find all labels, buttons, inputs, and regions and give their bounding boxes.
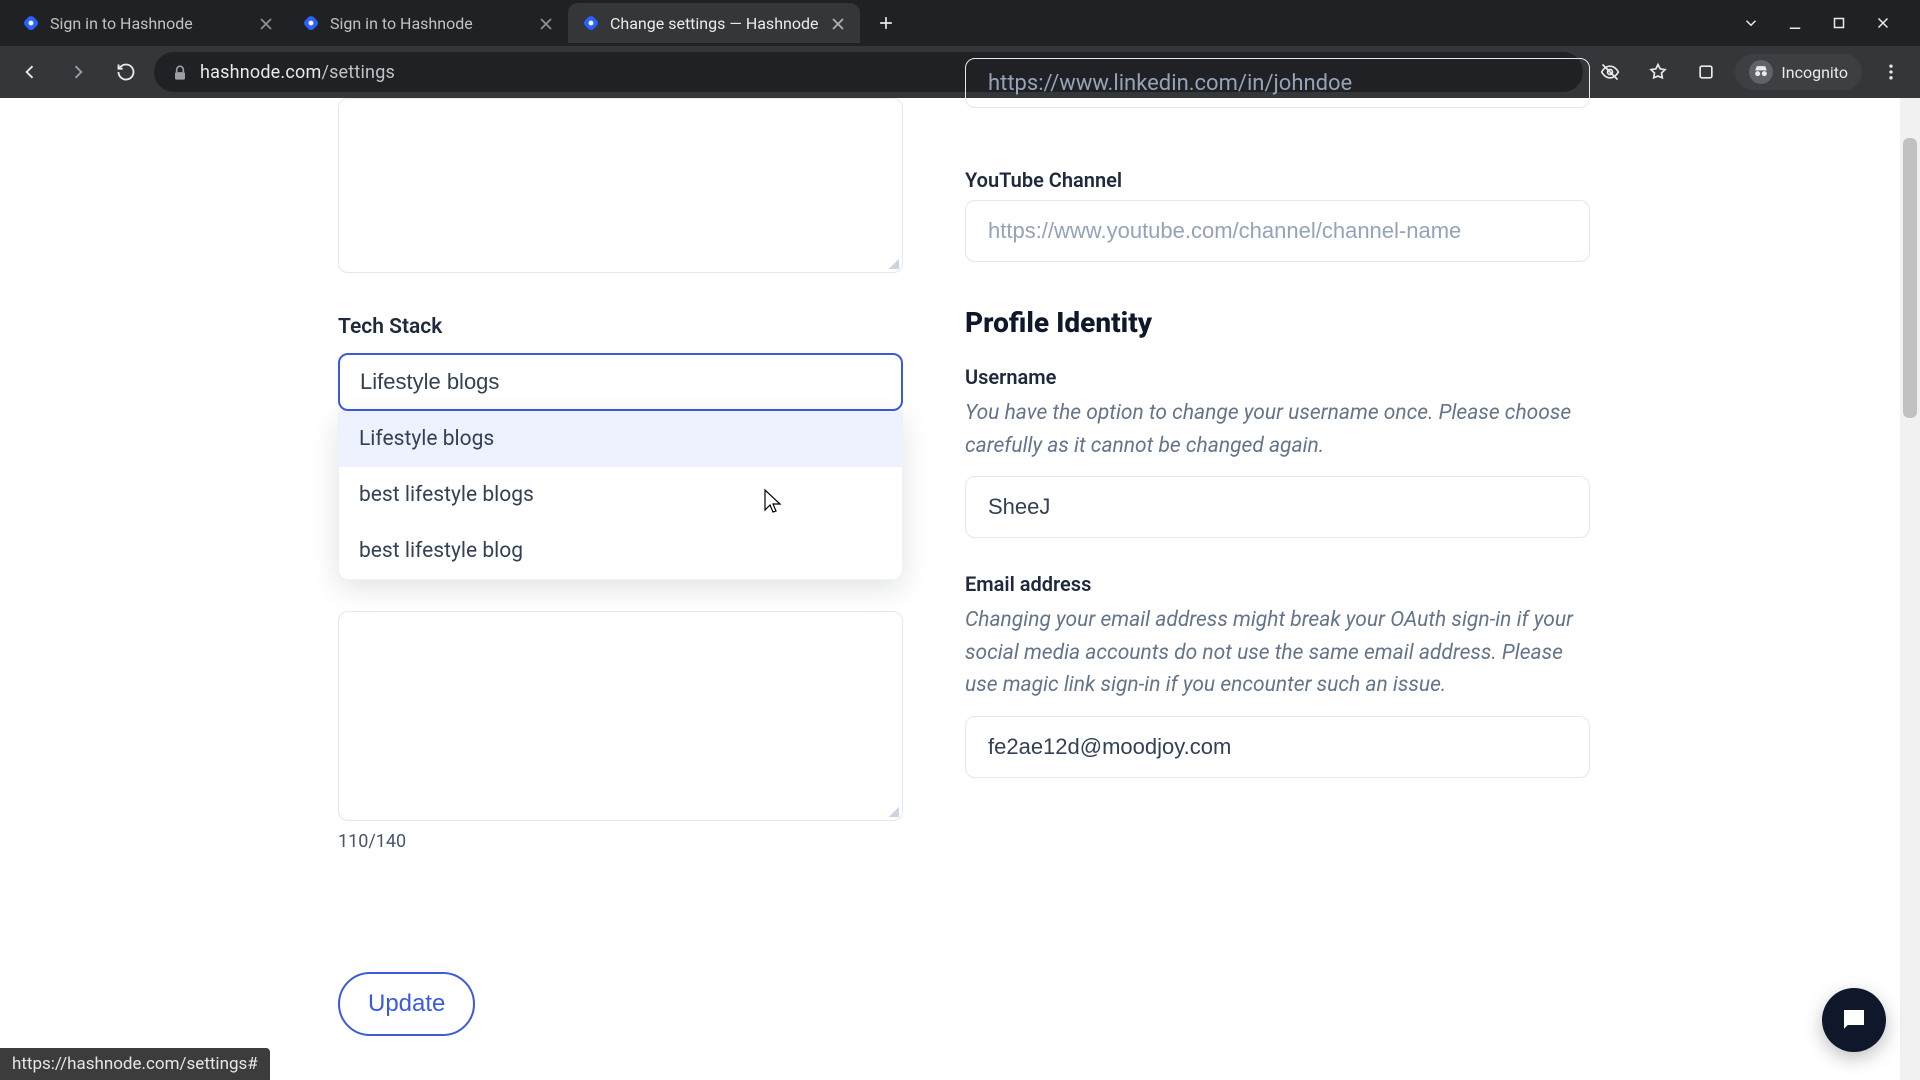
tab-title: Sign in to Hashnode [50,14,246,33]
window-close-icon[interactable] [1872,12,1894,34]
incognito-label: Incognito [1781,63,1848,82]
update-button[interactable]: Update [338,972,475,1036]
back-button[interactable] [10,52,50,92]
chevron-down-icon[interactable] [1740,12,1762,34]
maximize-icon[interactable] [1828,12,1850,34]
char-count: 110/140 [338,831,909,852]
scrollbar-thumb[interactable] [1903,138,1917,418]
close-icon[interactable] [256,14,274,32]
right-column: https://www.linkedin.com/in/johndoe YouT… [965,98,1590,1036]
tech-stack-input[interactable] [338,353,903,411]
close-icon[interactable] [828,14,846,32]
intercom-chat-button[interactable] [1822,988,1886,1052]
status-bar: https://hashnode.com/settings# [0,1048,270,1080]
tech-stack-combobox: Lifestyle blogs best lifestyle blogs bes… [338,353,903,411]
toolbar-right-icons: Incognito [1591,53,1910,91]
kebab-menu-icon[interactable] [1872,53,1910,91]
bio-textarea[interactable] [338,611,903,821]
hashnode-favicon-icon [22,14,40,32]
extensions-icon[interactable] [1687,53,1725,91]
linkedin-input[interactable]: https://www.linkedin.com/in/johndoe [965,58,1590,108]
profile-identity-heading: Profile Identity [965,306,1590,339]
minimize-icon[interactable] [1784,12,1806,34]
username-helper: You have the option to change your usern… [965,397,1590,462]
linkedin-placeholder: https://www.linkedin.com/in/johndoe [988,71,1352,96]
browser-chrome: Sign in to Hashnode Sign in to Hashnode … [0,0,1920,98]
forward-button[interactable] [58,52,98,92]
url-text: hashnode.com/settings [200,62,395,83]
tech-stack-label: Tech Stack [338,315,909,339]
youtube-label: YouTube Channel [965,168,1590,192]
suggestion-option[interactable]: best lifestyle blog [339,523,902,579]
incognito-icon [1749,60,1773,84]
close-icon[interactable] [536,14,554,32]
browser-toolbar: hashnode.com/settings Incognito [0,46,1920,98]
window-controls [1740,12,1912,34]
tab-1[interactable]: Sign in to Hashnode [288,3,568,43]
suggestion-option[interactable]: best lifestyle blogs [339,467,902,523]
email-input[interactable] [965,716,1590,778]
hashnode-favicon-icon [582,14,600,32]
about-textarea[interactable] [338,98,903,273]
email-helper: Changing your email address might break … [965,604,1590,702]
reload-button[interactable] [106,52,146,92]
suggestion-option[interactable]: Lifestyle blogs [339,411,902,467]
scrollbar[interactable] [1900,98,1920,1080]
left-column: Tech Stack Lifestyle blogs best lifestyl… [330,98,909,1036]
youtube-input[interactable] [965,200,1590,262]
page-content: Tech Stack Lifestyle blogs best lifestyl… [0,98,1920,1080]
tab-2[interactable]: Change settings — Hashnode [568,3,860,43]
hashnode-favicon-icon [302,14,320,32]
email-label: Email address [965,572,1590,596]
tab-title: Change settings — Hashnode [610,14,818,33]
tab-0[interactable]: Sign in to Hashnode [8,3,288,43]
eye-off-icon[interactable] [1591,53,1629,91]
star-icon[interactable] [1639,53,1677,91]
tech-stack-dropdown: Lifestyle blogs best lifestyle blogs bes… [338,411,903,580]
chat-icon [1839,1005,1869,1035]
tab-strip: Sign in to Hashnode Sign in to Hashnode … [0,0,1920,46]
incognito-chip[interactable]: Incognito [1735,54,1862,90]
tab-title: Sign in to Hashnode [330,14,526,33]
new-tab-button[interactable] [868,5,904,41]
lock-icon [170,63,188,81]
username-label: Username [965,365,1590,389]
username-input[interactable] [965,476,1590,538]
